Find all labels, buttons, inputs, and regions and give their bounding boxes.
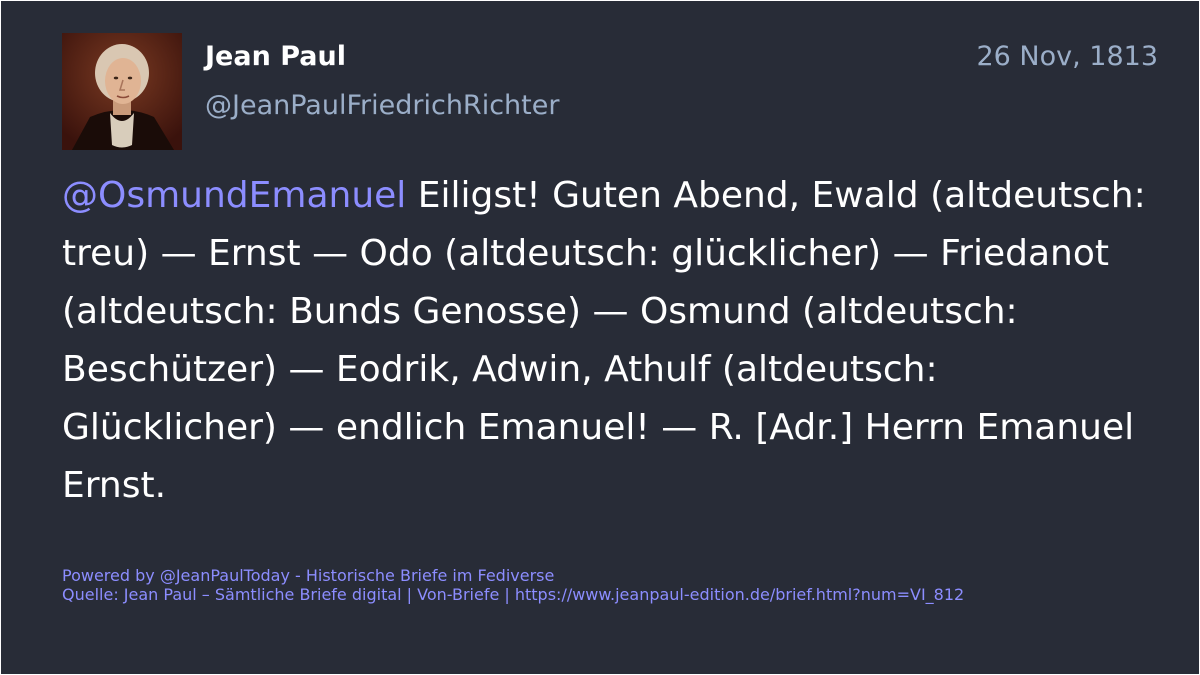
portrait-icon <box>62 33 182 150</box>
powered-by-text: Powered by @JeanPaulToday - Historische … <box>62 566 555 585</box>
author-name[interactable]: Jean Paul <box>205 41 346 72</box>
avatar[interactable] <box>62 33 182 150</box>
source-text: Quelle: Jean Paul – Sämtliche Briefe dig… <box>62 585 965 604</box>
author-handle[interactable]: @JeanPaulFriedrichRichter <box>205 90 559 121</box>
footer: Powered by @JeanPaulToday - Historische … <box>62 566 964 604</box>
post-body: @OsmundEmanuel Eiligst! Guten Abend, Ewa… <box>62 167 1162 515</box>
post-date: 26 Nov, 1813 <box>976 41 1158 72</box>
post-text: Eiligst! Guten Abend, Ewald (altdeutsch:… <box>62 175 1146 506</box>
mention-link[interactable]: @OsmundEmanuel <box>62 175 406 216</box>
post-card: Jean Paul @JeanPaulFriedrichRichter 26 N… <box>1 1 1199 674</box>
